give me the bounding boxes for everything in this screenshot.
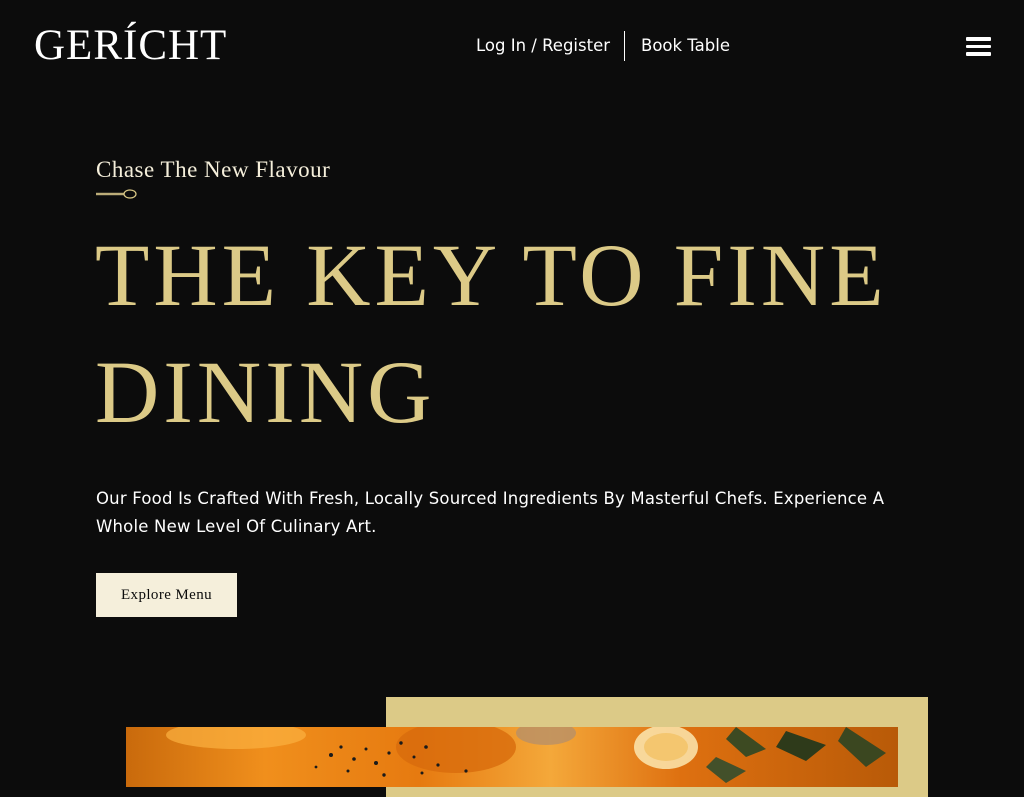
hero-headline: THE KEY TO FINE DINING <box>95 227 888 442</box>
explore-menu-button[interactable]: Explore Menu <box>96 573 237 617</box>
hamburger-menu-icon[interactable] <box>966 37 991 56</box>
hero-subtitle: Chase The New Flavour <box>96 157 331 182</box>
menu-bar <box>966 52 991 56</box>
spoon-icon <box>96 189 137 199</box>
menu-bar <box>966 44 991 48</box>
nav-divider <box>624 31 625 61</box>
brand-logo[interactable]: GERÍCHT <box>34 20 227 72</box>
food-image <box>126 727 898 787</box>
hero-description: Our Food Is Crafted With Fresh, Locally … <box>96 489 885 536</box>
book-table-link[interactable]: Book Table <box>641 34 730 58</box>
navbar: GERÍCHT Log In / Register Book Table <box>0 0 1024 92</box>
menu-bar <box>966 37 991 41</box>
login-register-link[interactable]: Log In / Register <box>476 34 610 58</box>
